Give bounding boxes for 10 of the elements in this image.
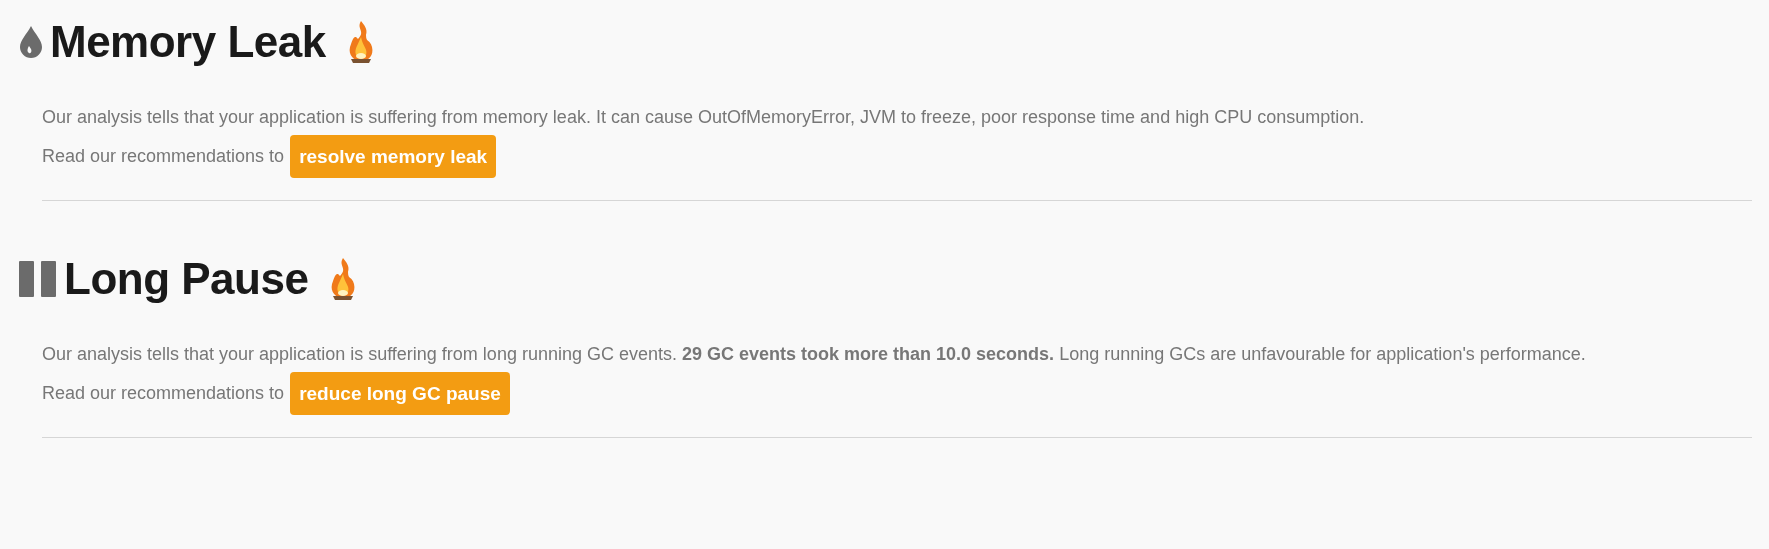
recommendation-link[interactable]: reduce long GC pause <box>290 372 510 415</box>
drop-icon <box>18 25 44 59</box>
recommendation-link[interactable]: resolve memory leak <box>290 135 497 178</box>
recommendation-text: Read our recommendations to <box>42 145 285 168</box>
section-title: Memory Leak <box>50 16 326 68</box>
section-title: Long Pause <box>64 253 309 305</box>
description-text: Our analysis tells that your application is suffering from long running GC events. 29 GC events took more than 10.0 seconds. Long running GCs are unfavourable for application's performance. <box>42 343 1587 366</box>
recommendation-text: Read our recommendations to <box>42 382 285 405</box>
description-text: Our analysis tells that your application is suffering from memory leak. It can cause OutOfMemoryError, JVM to freeze, poor response time and high CPU consumption. <box>42 106 1366 129</box>
pause-icon <box>18 259 58 299</box>
